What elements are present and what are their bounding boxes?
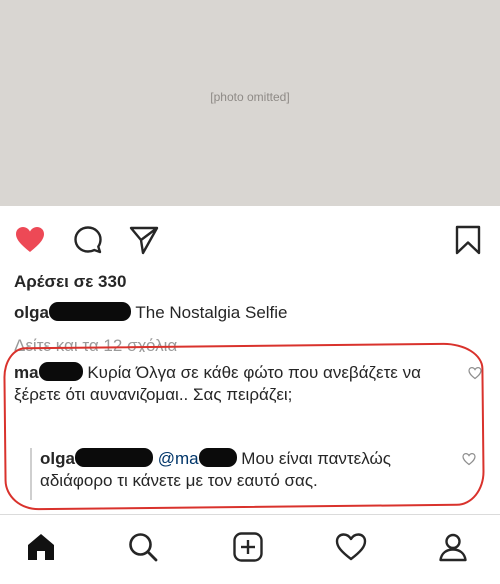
redaction-mark xyxy=(74,448,153,467)
profile-icon[interactable] xyxy=(436,530,470,564)
comment-username[interactable]: ma xyxy=(14,363,39,382)
redaction-mark xyxy=(48,302,131,321)
heart-icon[interactable] xyxy=(14,224,46,256)
reply-thread-line xyxy=(30,448,32,500)
home-icon[interactable] xyxy=(24,530,58,564)
post-caption: olga The Nostalgia Selfie xyxy=(14,302,288,323)
add-post-icon[interactable] xyxy=(231,530,265,564)
redaction-mark xyxy=(38,362,83,381)
search-icon[interactable] xyxy=(126,530,160,564)
post-action-bar xyxy=(0,212,500,264)
caption-text: The Nostalgia Selfie xyxy=(135,303,288,322)
reply-mention[interactable]: @ma xyxy=(158,449,199,468)
comment-like-heart-icon[interactable] xyxy=(468,366,482,380)
reply-username[interactable]: olga xyxy=(40,449,75,468)
photo-placeholder-note: [photo omitted] xyxy=(210,90,290,104)
reply-like-heart-icon[interactable] xyxy=(462,452,476,466)
bottom-tab-bar xyxy=(0,514,500,584)
comment-icon[interactable] xyxy=(72,224,104,256)
comment-item: ma Κυρία Όλγα σε κάθε φώτο που ανεβάζετε… xyxy=(14,362,454,406)
send-icon[interactable] xyxy=(128,224,160,256)
caption-username[interactable]: olga xyxy=(14,303,49,322)
reply-item: olga @ma Μου είναι παντελώς αδιάφορο τι … xyxy=(40,448,450,492)
bookmark-icon[interactable] xyxy=(452,224,484,256)
post-photo[interactable]: [photo omitted] xyxy=(0,0,500,206)
likes-count[interactable]: Αρέσει σε 330 xyxy=(14,272,126,292)
activity-heart-icon[interactable] xyxy=(334,530,368,564)
redaction-mark xyxy=(198,448,237,467)
